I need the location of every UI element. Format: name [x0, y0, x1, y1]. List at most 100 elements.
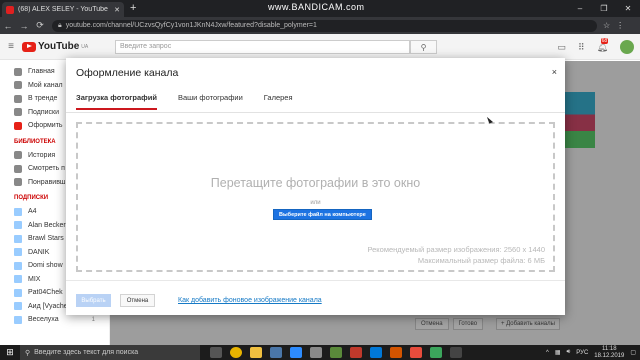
subscription-name: Domi show — [28, 262, 63, 270]
notifications-icon[interactable]: 🔔︎ 68 — [597, 37, 609, 53]
app-icon[interactable] — [390, 347, 402, 358]
sidebar-item-label: Мой канал — [28, 81, 63, 89]
recommended-size-text: Рекомендуемый размер изображения: 2560 x… — [367, 245, 545, 254]
subscription-name: DANIK — [28, 248, 50, 256]
app-icon[interactable] — [410, 347, 422, 358]
thumbs-up-icon — [14, 178, 22, 187]
close-window-button[interactable]: ✕ — [616, 0, 640, 17]
search-icon: ⚲ — [420, 42, 427, 52]
channel-art-dialog: Оформление канала × Загрузка фотографий … — [66, 58, 565, 315]
cancel-button[interactable]: Отмена — [120, 294, 155, 307]
sidebar-item-label: История — [28, 151, 56, 159]
app-icon[interactable] — [310, 347, 322, 358]
tab-close-icon[interactable]: ✕ — [114, 6, 120, 14]
lock-icon: 🔒︎ — [58, 21, 62, 29]
app-icon[interactable] — [450, 347, 462, 358]
upload-icon[interactable]: ▭ — [557, 42, 566, 53]
channel-avatar-icon — [14, 207, 22, 216]
tab-divider — [66, 112, 565, 113]
fire-icon — [14, 94, 22, 103]
language-indicator[interactable]: РУС — [576, 350, 588, 356]
forward-icon[interactable]: → — [16, 21, 32, 31]
minimize-button[interactable]: – — [568, 0, 592, 17]
subscription-name: MIX — [28, 275, 41, 283]
browser-tab[interactable]: (68) ALEX SELEY - YouTube ✕ — [2, 2, 124, 17]
app-icon[interactable] — [350, 347, 362, 358]
select-button[interactable]: Выбрать — [76, 294, 111, 307]
store-icon[interactable] — [370, 347, 382, 358]
app-icon[interactable] — [290, 347, 302, 358]
tray-chevron-icon[interactable]: ^ — [546, 350, 549, 356]
browser-tab-bar: (68) ALEX SELEY - YouTube ✕ + www.BANDIC… — [0, 0, 640, 17]
menu-dots-icon[interactable]: ⋮ — [616, 21, 624, 30]
youtube-logo[interactable]: YouTube UA — [22, 41, 88, 52]
chrome-icon[interactable] — [230, 347, 242, 358]
channel-avatar-icon — [14, 234, 22, 243]
photo-dropzone[interactable]: Перетащите фотографии в это окно или Выб… — [76, 122, 555, 272]
home-icon — [14, 67, 22, 76]
notification-center-icon[interactable]: ▢ — [630, 349, 636, 356]
taskbar-apps — [210, 347, 462, 358]
youtube-header: ≡ YouTube UA Введите запрос ⚲ ▭ ⠿ 🔔︎ 68 — [0, 34, 640, 60]
url-field[interactable]: 🔒︎ youtube.com/channel/UCzvsQyfCy1von1JK… — [52, 19, 597, 32]
logo-region: UA — [81, 43, 89, 50]
volume-icon[interactable]: 🔊︎ — [567, 349, 571, 356]
tab-your-photos[interactable]: Ваши фотографии — [178, 93, 243, 110]
task-view-icon[interactable] — [210, 347, 222, 358]
back-icon[interactable]: ← — [0, 21, 16, 31]
clock[interactable]: 11:18 18.12.2019 — [594, 346, 624, 359]
subscription-count: 1 — [91, 316, 95, 323]
sidebar-item-label: Подписки — [28, 108, 60, 116]
reload-icon[interactable]: ⟳ — [32, 20, 48, 31]
subscription-item[interactable]: Веселуха 1 — [0, 313, 109, 327]
taskbar-search-placeholder: Введите здесь текст для поиска — [34, 349, 139, 356]
windows-start-icon[interactable]: ⊞ — [0, 347, 20, 358]
subscription-name: Alan Becker — [28, 221, 66, 229]
network-icon[interactable]: ▦ — [555, 349, 561, 356]
channel-avatar-icon — [14, 275, 22, 284]
tab-gallery[interactable]: Галерея — [264, 93, 293, 110]
apps-icon[interactable]: ⠿ — [578, 42, 585, 53]
url-text: youtube.com/channel/UCzvsQyfCy1von1JKnN4… — [65, 22, 317, 29]
channel-avatar-icon — [14, 261, 22, 270]
tab-upload-photos[interactable]: Загрузка фотографий — [76, 93, 157, 110]
footer-divider — [66, 280, 565, 281]
vk-icon[interactable] — [270, 347, 282, 358]
image-hint: Рекомендуемый размер изображения: 2560 x… — [367, 244, 545, 266]
sidebar-item-label: Главная — [28, 68, 55, 76]
search-input[interactable]: Введите запрос — [115, 40, 410, 54]
maximize-button[interactable]: ❐ — [592, 0, 616, 17]
max-size-text: Максимальный размер файла: 6 МБ — [417, 256, 545, 265]
star-icon[interactable]: ☆ — [603, 21, 610, 30]
sidebar-item-label: Понравивш — [28, 178, 66, 186]
dialog-close-button[interactable]: × — [552, 67, 557, 77]
dialog-tabs: Загрузка фотографий Ваши фотографии Гале… — [76, 93, 293, 110]
youtube-icon — [14, 121, 22, 130]
avatar[interactable] — [620, 40, 634, 54]
tab-title: (68) ALEX SELEY - YouTube — [18, 6, 108, 13]
person-icon — [14, 81, 22, 90]
subscription-name: Pat04Chek — [28, 289, 63, 297]
youtube-play-icon — [22, 41, 36, 52]
channel-avatar-icon — [14, 302, 22, 311]
search-button[interactable]: ⚲ — [410, 40, 437, 54]
system-tray: ^ ▦ 🔊︎ РУС 11:18 18.12.2019 ▢ — [546, 345, 636, 360]
youtube-favicon-icon — [6, 5, 14, 14]
help-link[interactable]: Как добавить фоновое изображение канала — [178, 297, 322, 304]
hamburger-menu-icon[interactable]: ≡ — [0, 41, 22, 52]
dialog-title: Оформление канала — [76, 67, 179, 79]
channel-avatar-icon — [14, 248, 22, 257]
minecraft-icon[interactable] — [330, 347, 342, 358]
file-explorer-icon[interactable] — [250, 347, 262, 358]
subscriptions-icon — [14, 108, 22, 117]
header-icons: ▭ ⠿ 🔔︎ 68 — [557, 37, 634, 54]
app-icon[interactable] — [430, 347, 442, 358]
sidebar-item-label: В тренде — [28, 95, 58, 103]
subscription-name: A4 — [28, 208, 37, 216]
new-tab-button[interactable]: + — [130, 2, 136, 14]
taskbar-search-input[interactable]: ⚲ Введите здесь текст для поиска — [20, 345, 200, 360]
subscription-name: Веселуха — [28, 316, 59, 324]
clock-icon — [14, 164, 22, 173]
choose-file-button[interactable]: Выберите файл на компьютере — [273, 209, 372, 220]
windows-taskbar: ⊞ ⚲ Введите здесь текст для поиска ^ ▦ 🔊… — [0, 345, 640, 360]
